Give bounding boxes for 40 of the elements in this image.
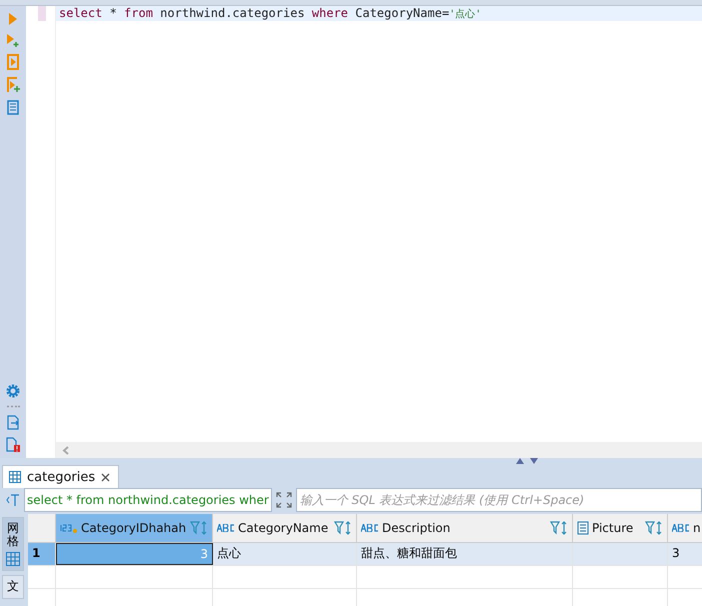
text-type-icon [361, 524, 379, 532]
filter-sort-icon[interactable] [190, 521, 208, 535]
table-cell[interactable]: 甜点、糖和甜面包 [357, 543, 573, 565]
run-add-icon[interactable] [6, 33, 20, 47]
results-tab[interactable]: categories [2, 465, 120, 488]
filter-sort-icon[interactable] [645, 521, 663, 535]
text-cursor-icon [6, 494, 20, 506]
grid-icon [9, 471, 21, 483]
document-icon [577, 521, 589, 535]
close-icon[interactable] [101, 472, 110, 482]
dots-icon [6, 405, 20, 408]
expand-icon[interactable] [276, 492, 292, 508]
document-icon[interactable] [7, 100, 19, 115]
column-header[interactable]: Picture [573, 514, 668, 542]
text-type-icon [672, 524, 690, 532]
view-tab[interactable]: 文 [2, 575, 24, 599]
filter-field[interactable]: 输入一个 SQL 表达式来过滤结果 (使用 Ctrl+Space) [296, 488, 702, 512]
column-header[interactable]: Description [357, 514, 573, 542]
scroll-left-icon[interactable] [62, 446, 69, 454]
row-number[interactable]: 1 [28, 543, 56, 565]
script-add-icon[interactable] [6, 77, 20, 93]
number-type-icon [60, 522, 78, 534]
column-header[interactable]: n [668, 514, 702, 542]
table-cell[interactable]: 点心 [213, 543, 357, 565]
column-header[interactable]: CategoryName [213, 514, 357, 542]
sql-query: select * from northwind.categories where CategoryName='点心' [56, 6, 702, 21]
script-run-icon[interactable] [6, 54, 20, 70]
filter-query-text[interactable]: select * from northwind.categories wher [24, 488, 272, 512]
table-cell[interactable]: 3 [668, 543, 702, 565]
grid-icon [6, 552, 20, 566]
text-type-icon [217, 524, 235, 532]
run-icon[interactable] [7, 12, 19, 26]
settings-icon[interactable] [6, 384, 20, 398]
horizontal-scrollbar[interactable] [56, 442, 702, 458]
filter-sort-icon[interactable] [550, 521, 568, 535]
view-tab[interactable]: 网格 [2, 517, 24, 572]
filter-sort-icon[interactable] [334, 521, 352, 535]
export-icon[interactable] [6, 415, 20, 430]
error-log-icon[interactable] [6, 437, 20, 452]
column-header[interactable]: CategoryIDhahah [56, 514, 213, 542]
